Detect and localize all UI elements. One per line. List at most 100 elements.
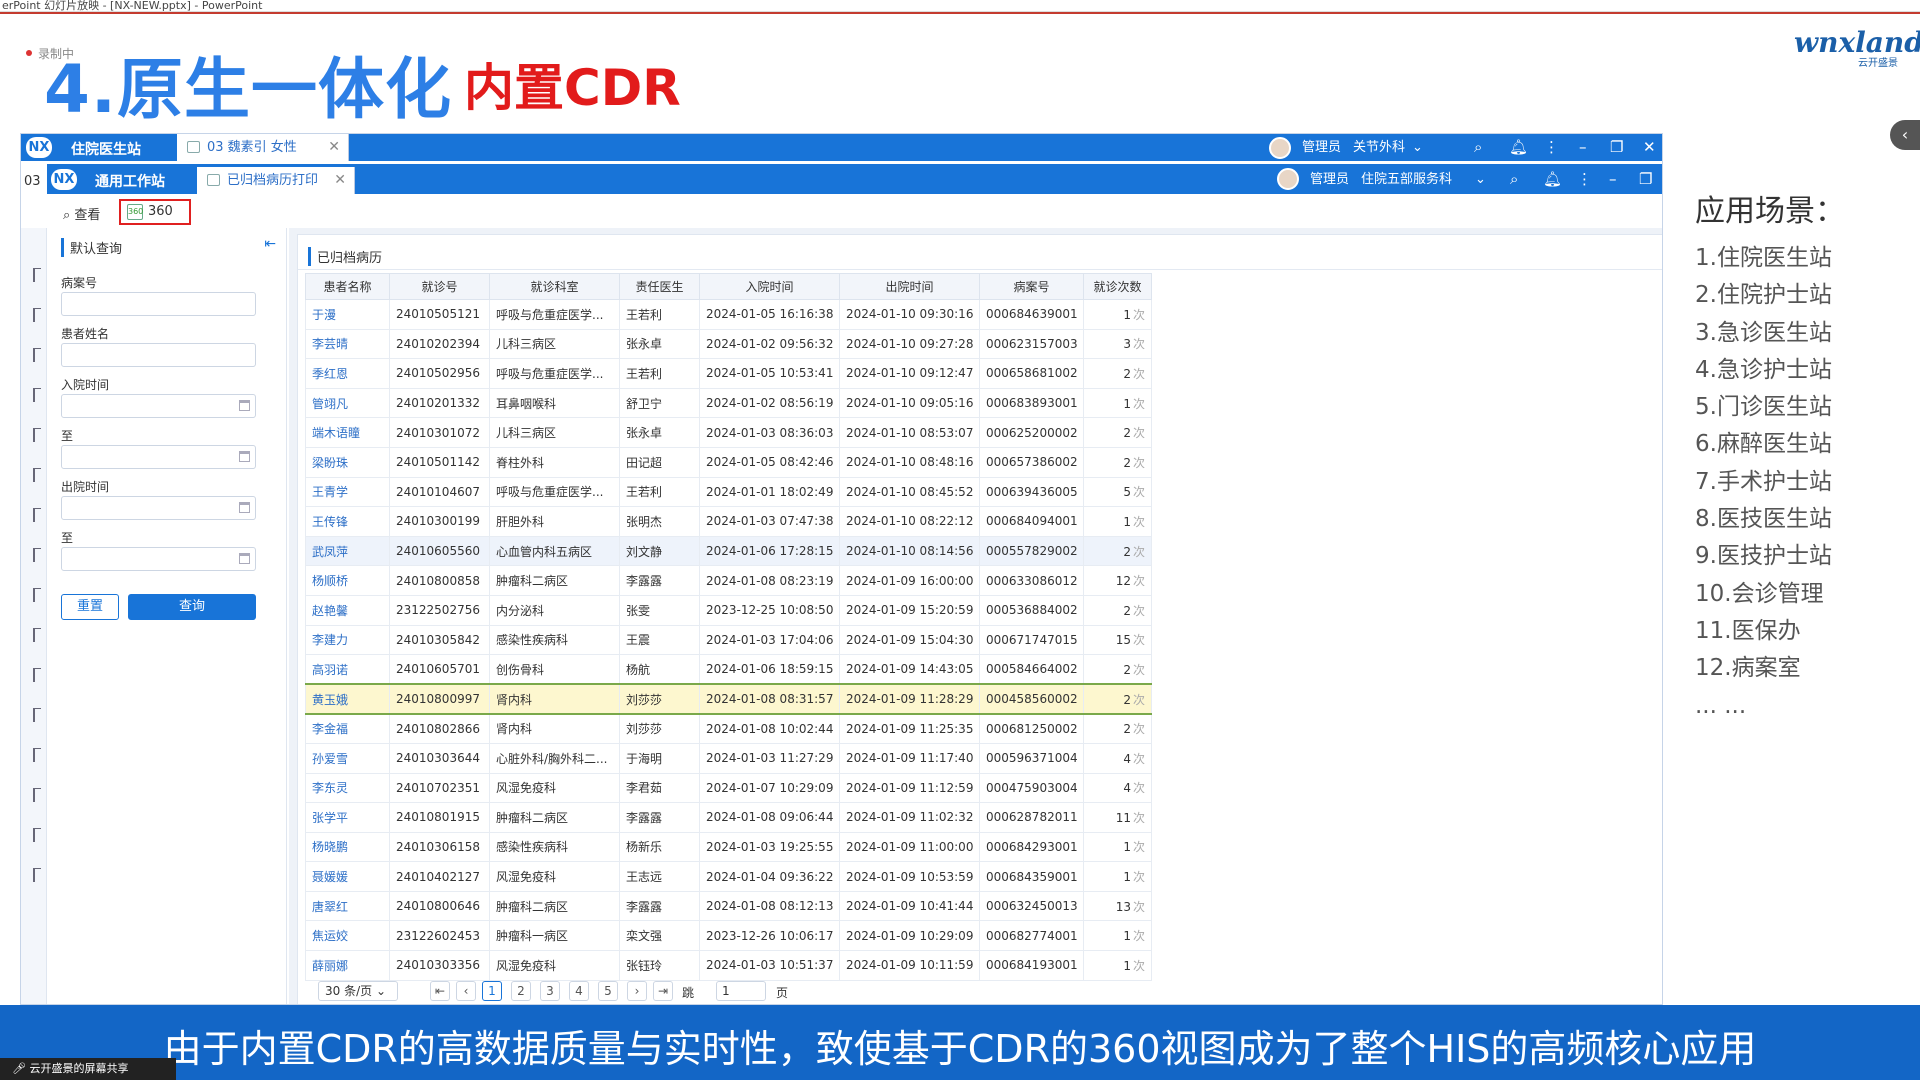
patient-name-link[interactable]: 杨顺桥 [305,565,390,596]
patient-name-link[interactable]: 聂媛媛 [305,861,390,892]
table-row[interactable]: 聂媛媛 24010402127 风湿免疫科 王志远 2024-01-04 09:36:2… [305,861,1152,892]
table-row[interactable]: 杨晓鹏 24010306158 感染性疾病科 杨新乐 2024-01-03 19:25:… [305,831,1152,863]
patient-name-link[interactable]: 黄玉娥 [305,683,390,715]
table-row[interactable]: 梁盼珠 24010501142 脊柱外科 田记超 2024-01-05 08:42:46… [305,446,1152,478]
next-page-icon[interactable]: › [627,981,647,1001]
page-5[interactable]: 5 [598,981,618,1001]
nav-icon[interactable] [33,748,41,762]
close-window-icon[interactable]: ✕ [1643,136,1656,158]
table-row[interactable]: 武凤萍 24010605560 心血管内科五病区 刘文静 2024-01-06 17:2… [305,535,1152,567]
tab-patient[interactable]: 03 魏素引 女性 ✕ [177,134,349,161]
bell-icon[interactable]: 🔔︎ [1543,168,1562,190]
patient-name-link[interactable]: 王青学 [305,476,390,508]
patient-name-link[interactable]: 李芸晴 [305,328,390,360]
minimize-icon[interactable]: – [1609,168,1617,190]
table-row[interactable]: 端木语瞳 24010301072 儿科三病区 张永卓 2024-01-03 08:36:… [305,417,1152,448]
column-header[interactable]: 患者名称 [305,273,390,300]
calendar-icon[interactable] [239,502,250,513]
nav-icon[interactable] [33,788,41,802]
search-button[interactable]: 查询 [128,594,256,620]
patient-name-link[interactable]: 李金福 [305,713,390,744]
patient-name-link[interactable]: 孙爱雪 [305,742,390,774]
patient-name-link[interactable]: 管翊凡 [305,387,390,419]
close-icon[interactable]: ✕ [334,167,346,194]
nav-icon[interactable] [33,428,41,442]
prev-page-icon[interactable]: ‹ [456,981,476,1001]
patient-name-link[interactable]: 高羽诺 [305,654,390,685]
last-page-icon[interactable]: ⇥ [653,981,673,1001]
restore-icon[interactable]: ❐ [1639,168,1652,190]
patient-name-input[interactable] [61,343,256,367]
patient-name-link[interactable]: 焦运姣 [305,920,390,952]
tab-archive-print[interactable]: 已归档病历打印 ✕ [197,167,355,194]
screen-share-indicator[interactable]: 🎤︎ 云开盛景的屏幕共享 [0,1058,176,1080]
more-icon[interactable]: ⋮ [1544,136,1559,158]
table-row[interactable]: 李东灵 24010702351 风湿免疫科 李君茹 2024-01-07 10:29:0… [305,772,1152,804]
nav-icon[interactable] [33,868,41,882]
column-header[interactable]: 就诊号 [389,273,490,300]
nav-icon[interactable] [33,548,41,562]
minimize-icon[interactable]: – [1579,136,1587,158]
nav-icon[interactable] [33,828,41,842]
bell-icon[interactable]: 🔔︎ [1509,136,1528,158]
patient-name-link[interactable]: 薛丽娜 [305,950,390,981]
view-button[interactable]: ⌕ 查看 [63,204,100,223]
column-header[interactable]: 就诊次数 [1083,273,1152,300]
table-row[interactable]: 王青学 24010104607 呼吸与危重症医学... 王若利 2024-01-01 1… [305,476,1152,508]
dept-select[interactable]: 关节外科 [1353,134,1405,161]
patient-name-link[interactable]: 李建力 [305,624,390,656]
collapse-panel-icon[interactable]: ⇤ [264,236,276,252]
nav-icon[interactable] [33,668,41,682]
table-row[interactable]: 李建力 24010305842 感染性疾病科 王震 2024-01-03 17:04:0… [305,624,1152,656]
page-size-select[interactable]: 30 条/页 ⌄ [318,981,398,1001]
table-row[interactable]: 王传锋 24010300199 肝胆外科 张明杰 2024-01-03 07:47:38… [305,506,1152,537]
admit-end-date-input[interactable] [61,445,256,469]
table-row[interactable]: 赵艳馨 23122502756 内分泌科 张雯 2023-12-25 10:08:50 2… [305,594,1152,626]
table-row[interactable]: 于漫 24010505121 呼吸与危重症医学... 王若利 2024-01-05 16… [305,299,1152,330]
patient-name-link[interactable]: 季红恩 [305,358,390,389]
column-header[interactable]: 责任医生 [619,273,700,300]
table-row[interactable]: 焦运姣 23122602453 肿瘤科一病区 栾文强 2023-12-26 10:06:… [305,920,1152,952]
column-header[interactable]: 出院时间 [839,273,980,300]
admit-start-date-input[interactable] [61,394,256,418]
avatar[interactable] [1277,168,1299,190]
chevron-down-icon[interactable]: ⌄ [1475,166,1486,193]
page-3[interactable]: 3 [540,981,560,1001]
collapse-arrow-icon[interactable]: ‹ [1890,120,1920,150]
nav-icon[interactable] [33,588,41,602]
table-row[interactable]: 管翊凡 24010201332 耳鼻咽喉科 舒卫宁 2024-01-02 08:56:1… [305,387,1152,419]
patient-name-link[interactable]: 李东灵 [305,772,390,804]
patient-name-link[interactable]: 梁盼珠 [305,446,390,478]
table-row[interactable]: 孙爱雪 24010303644 心脏外科/胸外科二... 于海明 2024-01-03 … [305,742,1152,774]
table-row[interactable]: 季红恩 24010502956 呼吸与危重症医学... 王若利 2024-01-05 1… [305,358,1152,389]
reset-button[interactable]: 重置 [61,594,119,620]
nav-icon[interactable] [33,268,41,282]
view-360-button[interactable]: 360 360 [119,199,191,225]
close-icon[interactable]: ✕ [328,134,340,161]
patient-name-link[interactable]: 于漫 [305,299,390,330]
table-row[interactable]: 薛丽娜 24010303356 风湿免疫科 张钰玲 2024-01-03 10:51:3… [305,950,1152,981]
table-row[interactable]: 李金福 24010802866 肾内科 刘莎莎 2024-01-08 10:02:44 2… [305,713,1152,744]
nav-icon[interactable] [33,308,41,322]
table-row[interactable]: 黄玉娥 24010800997 肾内科 刘莎莎 2024-01-08 08:31:57 2… [305,683,1152,715]
nav-icon[interactable] [33,468,41,482]
nav-icon[interactable] [33,388,41,402]
table-row[interactable]: 高羽诺 24010605701 创伤骨科 杨航 2024-01-06 18:59:15 2… [305,654,1152,685]
more-icon[interactable]: ⋮ [1577,168,1592,190]
patient-name-link[interactable]: 武凤萍 [305,535,390,567]
nav-icon[interactable] [33,348,41,362]
jump-page-input[interactable]: 1 [716,981,766,1001]
table-row[interactable]: 杨顺桥 24010800858 肿瘤科二病区 李露露 2024-01-08 08:23:… [305,565,1152,596]
table-row[interactable]: 李芸晴 24010202394 儿科三病区 张永卓 2024-01-02 09:56:3… [305,328,1152,360]
calendar-icon[interactable] [239,451,250,462]
discharge-start-date-input[interactable] [61,496,256,520]
patient-name-link[interactable]: 唐翠红 [305,890,390,922]
restore-icon[interactable]: ❐ [1610,136,1623,158]
page-1[interactable]: 1 [482,981,502,1001]
first-page-icon[interactable]: ⇤ [430,981,450,1001]
patient-name-link[interactable]: 王传锋 [305,506,390,537]
nav-icon[interactable] [33,628,41,642]
record-no-input[interactable] [61,292,256,316]
search-icon[interactable]: ⌕ [1474,136,1482,158]
table-row[interactable]: 张学平 24010801915 肿瘤科二病区 李露露 2024-01-08 09:06:… [305,802,1152,833]
